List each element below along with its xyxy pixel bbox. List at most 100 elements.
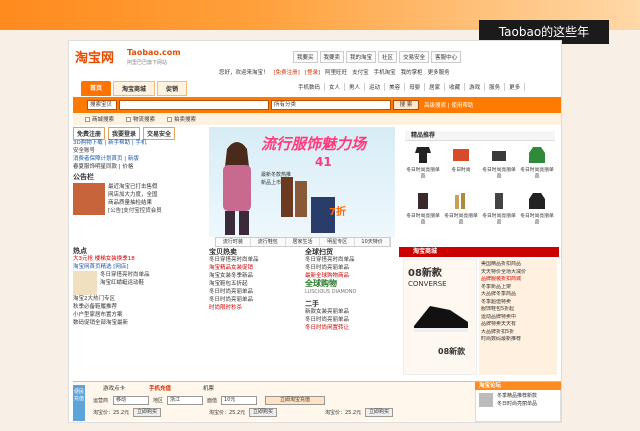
cat-service[interactable]: 服务 bbox=[485, 83, 506, 91]
more-services-link[interactable]: 更多服务 bbox=[428, 68, 450, 76]
recharge-button[interactable]: 立即淘宝充值 bbox=[265, 396, 325, 405]
tab-home[interactable]: 首页 bbox=[81, 81, 111, 96]
bulletin-image[interactable] bbox=[73, 183, 105, 215]
cat-men[interactable]: 男人 bbox=[345, 83, 366, 91]
cat-more[interactable]: 更多 bbox=[505, 83, 526, 91]
mall-line[interactable]: 大品牌冬季商品 bbox=[481, 291, 555, 299]
shopkeeper-link[interactable]: 我的掌柜 bbox=[401, 68, 423, 76]
mobile-link[interactable]: 手机淘宝 bbox=[374, 68, 396, 76]
hero-banner[interactable]: 流行服饰魅力场 41 最新冬款热推 新品上市中 7折 bbox=[209, 127, 395, 237]
left-line[interactable]: 3D购物下载 | 新手帮助 | 手机 bbox=[73, 139, 205, 147]
hot-image[interactable] bbox=[73, 271, 97, 295]
secondhand-line[interactable]: 新款女装亮丽单品 bbox=[305, 308, 397, 316]
mall-line[interactable]: 大品牌折扣5折 bbox=[481, 329, 555, 337]
banner-tab[interactable]: 居家生活 bbox=[286, 238, 321, 246]
recommend-item[interactable]: 冬日时尚亮丽单品 bbox=[443, 191, 479, 226]
bulletin-line[interactable]: [公告]支付宝控货会员 bbox=[108, 207, 205, 215]
tab-flights[interactable]: 机票 bbox=[203, 384, 214, 392]
search-scope-select[interactable]: 搜索宝贝 bbox=[87, 100, 117, 110]
bulletin-line[interactable]: 网店加大力度，全国 bbox=[108, 191, 205, 199]
category-select[interactable]: 所有分类 bbox=[271, 100, 391, 110]
recommend-item[interactable]: 冬日时尚 bbox=[443, 145, 479, 174]
recommend-item[interactable]: 冬日时尚亮丽单品 bbox=[481, 145, 517, 180]
search-button[interactable]: 搜 索 bbox=[393, 100, 419, 110]
banner-tab[interactable]: 明星专区 bbox=[320, 238, 356, 246]
cat-baby[interactable]: 母婴 bbox=[405, 83, 426, 91]
secondhand-line[interactable]: 冬日时尚亮丽单品 bbox=[305, 316, 397, 324]
recommend-item[interactable]: 冬日时尚亮丽单品 bbox=[405, 191, 441, 226]
top-link-sell[interactable]: 我要卖 bbox=[319, 51, 345, 63]
opt-auction[interactable]: 拍卖搜索 bbox=[167, 115, 196, 123]
mall-line[interactable]: 品牌服装折扣商城 bbox=[481, 276, 555, 284]
hot-line[interactable]: 秋季必备鞋履推荐 bbox=[73, 303, 205, 311]
top-link-service[interactable]: 客服中心 bbox=[431, 51, 462, 63]
left-line[interactable]: 安全账号 bbox=[73, 147, 205, 155]
global-promo[interactable]: 全球购物 bbox=[305, 280, 397, 288]
left-line[interactable]: 春夏服饰明星同款 | 价格 bbox=[73, 163, 205, 171]
secondhand-line[interactable]: 冬日时尚闲置转让 bbox=[305, 324, 397, 332]
forum-line[interactable]: 冬季精品推荐新款 bbox=[497, 393, 537, 400]
search-help-links[interactable]: 高级搜索 | 使用帮助 bbox=[424, 101, 473, 109]
mall-line[interactable]: 冬季超值特卖 bbox=[481, 299, 555, 307]
opt-logistics[interactable]: 物流搜索 bbox=[126, 115, 155, 123]
recommend-item[interactable]: 冬日时尚亮丽单品 bbox=[519, 145, 555, 180]
hot-line[interactable]: 大3元抢 楼梯女装换季18 bbox=[73, 255, 205, 263]
banner-tab[interactable]: 流行时装 bbox=[216, 238, 251, 246]
hot-line[interactable]: 小户型家居布置方案 bbox=[73, 311, 205, 319]
mall-line[interactable]: 天天特价全场大减价 bbox=[481, 269, 555, 277]
buy-button[interactable]: 立即购买 bbox=[249, 408, 277, 417]
cat-home[interactable]: 居家 bbox=[425, 83, 446, 91]
global-line[interactable]: 冬日时尚亮丽单品 bbox=[305, 264, 397, 272]
wangwang-link[interactable]: 阿里旺旺 bbox=[325, 68, 347, 76]
amount-select[interactable]: 10元 bbox=[221, 396, 257, 405]
hot-sale-line[interactable]: 冬日时尚亮丽单品 bbox=[209, 288, 301, 296]
cat-collect[interactable]: 收藏 bbox=[445, 83, 466, 91]
operator-select[interactable]: 移动 bbox=[113, 396, 149, 405]
tab-promo[interactable]: 促销 bbox=[157, 81, 187, 96]
login-link[interactable]: [登录] bbox=[305, 68, 320, 76]
hot-line[interactable]: 淘宝网首页精选 [网店] bbox=[73, 263, 205, 271]
region-select[interactable]: 浙江 bbox=[167, 396, 203, 405]
tab-mall[interactable]: 淘宝商城 bbox=[113, 81, 155, 96]
register-link[interactable]: [免费注册] bbox=[274, 68, 300, 76]
hot-line[interactable]: 数码促销全部淘宝最新 bbox=[73, 319, 205, 327]
global-line[interactable]: 冬日穿搭亮时尚单品 bbox=[305, 256, 397, 264]
opt-mall[interactable]: 商城搜索 bbox=[85, 115, 114, 123]
hot-sale-line[interactable]: 冬日穿搭亮时尚单品 bbox=[209, 256, 301, 264]
mall-line[interactable]: 服饰鞋包5折起 bbox=[481, 306, 555, 314]
hot-sale-line[interactable]: 冬日时尚亮丽单品 bbox=[209, 296, 301, 304]
recommend-item[interactable]: 冬日时尚亮丽单品 bbox=[405, 145, 441, 180]
hot-sale-line[interactable]: 淘宝女装冬季新品 bbox=[209, 272, 301, 280]
alipay-link[interactable]: 支付宝 bbox=[352, 68, 369, 76]
cat-games[interactable]: 游戏 bbox=[465, 83, 486, 91]
hot-sale-line[interactable]: 淘宝精品女装促销 bbox=[209, 264, 301, 272]
mall-line[interactable]: 品牌特卖天天有 bbox=[481, 321, 555, 329]
cat-digital[interactable]: 手机数码 bbox=[294, 83, 326, 91]
hot-sale-line[interactable]: 时尚限时秒杀 bbox=[209, 304, 301, 312]
mall-line[interactable]: 冬季新品上架 bbox=[481, 284, 555, 292]
buy-button[interactable]: 立即购买 bbox=[365, 408, 393, 417]
tab-game-cards[interactable]: 游戏点卡 bbox=[103, 384, 125, 392]
mall-line[interactable]: 运动品牌特卖中 bbox=[481, 314, 555, 322]
bulletin-line[interactable]: 最近淘宝已打击售假 bbox=[108, 183, 205, 191]
cat-beauty[interactable]: 美容 bbox=[385, 83, 406, 91]
mall-promo[interactable]: 08新款 CONVERSE 08新款 bbox=[403, 259, 477, 375]
top-link-safety[interactable]: 交易安全 bbox=[399, 51, 430, 63]
top-link-community[interactable]: 社区 bbox=[378, 51, 398, 63]
cat-sports[interactable]: 运动 bbox=[365, 83, 386, 91]
mall-line[interactable]: 美国精品折扣商品 bbox=[481, 261, 555, 269]
cat-women[interactable]: 女人 bbox=[325, 83, 346, 91]
logo[interactable]: 淘宝网 bbox=[75, 47, 114, 66]
left-line[interactable]: 消费者保障计划首页 | 新版 bbox=[73, 155, 205, 163]
top-link-mytaobao[interactable]: 我的淘宝 bbox=[346, 51, 377, 63]
search-input[interactable] bbox=[119, 100, 269, 110]
forum-line[interactable]: 冬日时尚亮丽单品 bbox=[497, 401, 537, 408]
buy-button[interactable]: 立即购买 bbox=[133, 408, 161, 417]
tab-phone-recharge[interactable]: 手机充值 bbox=[149, 384, 171, 392]
top-link-buy[interactable]: 我要买 bbox=[293, 51, 318, 63]
banner-tab[interactable]: 流行鞋包 bbox=[251, 238, 286, 246]
bulletin-line[interactable]: 商品质量抽检结果 bbox=[108, 199, 205, 207]
recommend-item[interactable]: 冬日时尚亮丽单品 bbox=[481, 191, 517, 226]
hot-line[interactable]: 淘宝2大热门专区 bbox=[73, 295, 205, 303]
banner-tab[interactable]: 10天特价 bbox=[355, 238, 390, 246]
